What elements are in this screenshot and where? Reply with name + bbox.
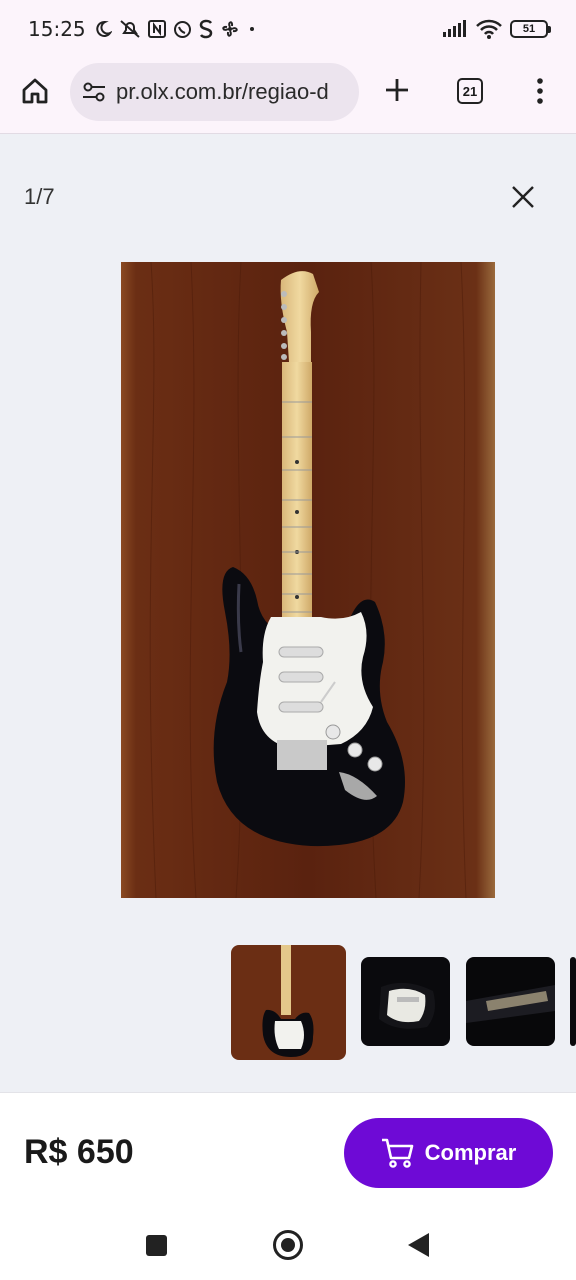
purchase-bar: R$ 650 Comprar — [0, 1092, 576, 1210]
buy-button-label: Comprar — [424, 1140, 517, 1165]
thumbnail-strip — [0, 944, 576, 1060]
status-time: 15:25 — [28, 17, 86, 41]
thumbnail-2[interactable] — [361, 957, 450, 1046]
signal-icon — [443, 20, 466, 37]
status-bar: 15:25 51 — [0, 0, 576, 58]
home-nav-icon[interactable] — [273, 1230, 303, 1260]
s-app-icon — [199, 19, 212, 39]
nfc-icon — [147, 20, 166, 38]
battery-icon: 51 — [510, 20, 551, 38]
more-menu-icon[interactable] — [530, 76, 550, 106]
system-icons: 51 — [442, 19, 551, 39]
recents-icon[interactable] — [146, 1235, 167, 1256]
close-icon[interactable] — [510, 184, 536, 210]
browser-toolbar: pr.olx.com.br/regiao-d 21 — [0, 58, 576, 134]
shopping-cart-icon — [381, 1138, 413, 1168]
wifi-icon — [476, 19, 502, 39]
tab-switcher-button[interactable]: 21 — [457, 78, 483, 104]
thumbnail-4[interactable] — [570, 957, 576, 1046]
moon-icon — [95, 20, 112, 37]
listing-price: R$ 650 — [24, 1133, 134, 1171]
address-bar[interactable]: pr.olx.com.br/regiao-d — [70, 63, 359, 121]
url-text[interactable]: pr.olx.com.br/regiao-d — [116, 79, 329, 105]
notification-icons — [94, 19, 257, 39]
back-icon[interactable] — [408, 1233, 429, 1257]
thumbnail-3[interactable] — [466, 957, 555, 1046]
fan-icon — [222, 21, 238, 37]
thumbnail-1[interactable] — [231, 945, 346, 1060]
system-nav-bar — [0, 1210, 576, 1280]
home-icon[interactable] — [20, 76, 50, 106]
buy-button[interactable]: Comprar — [344, 1118, 553, 1188]
bell-off-icon — [119, 20, 140, 38]
dot-icon — [249, 27, 254, 31]
image-counter: 1/7 — [24, 184, 55, 209]
whatsapp-icon — [173, 20, 191, 38]
site-settings-icon[interactable] — [82, 81, 106, 103]
main-listing-photo[interactable] — [121, 262, 495, 898]
new-tab-icon[interactable] — [383, 76, 411, 104]
